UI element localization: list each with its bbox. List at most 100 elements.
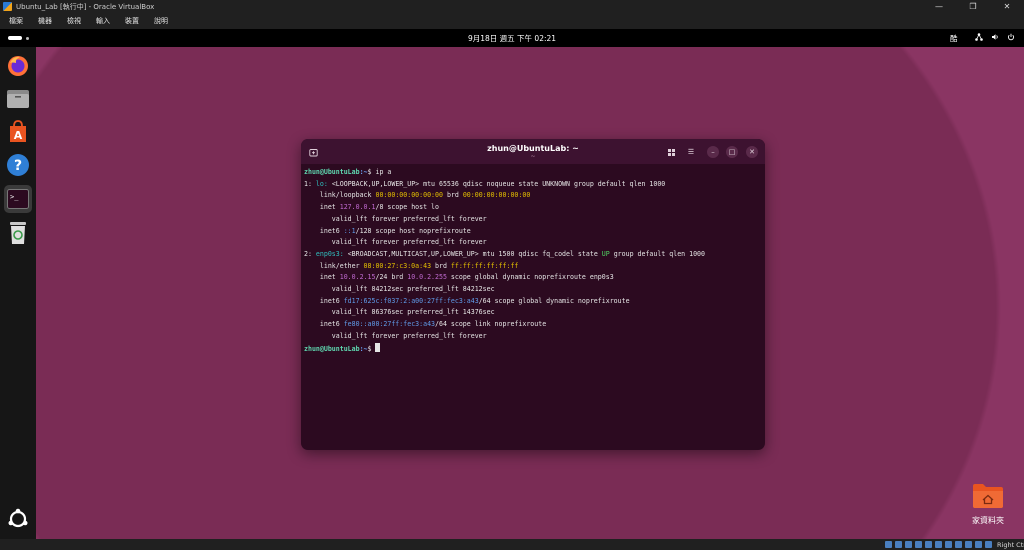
close-icon[interactable]: ✕ [746,146,758,158]
command-text: $ ip a [367,168,392,176]
dock-show-apps[interactable] [4,505,32,533]
menu-devices[interactable]: 裝置 [120,16,149,26]
menu-machine[interactable]: 機器 [33,16,62,26]
prompt-user: zhun@UbuntuLab [304,344,360,353]
output-text: valid_lft forever preferred_lft forever [304,238,487,247]
maximize-icon[interactable]: □ [726,146,738,158]
files-icon [7,90,29,108]
audio-icon[interactable] [905,541,912,548]
help-icon: ? [7,154,29,176]
mac-address: ff:ff:ff:ff:ff:ff [450,261,519,270]
mouse-integration-icon[interactable] [975,541,982,548]
cpu-icon[interactable] [965,541,972,548]
output-text: link/ether [304,261,364,270]
guest-screen: 9月18日 週五 下午 02:21 酷 A ? >_ zhun@UbuntuLa… [0,29,1024,539]
network-icon[interactable] [915,541,922,548]
output-text: inet [304,273,340,282]
interface-name: lo: [315,179,328,188]
output-text: inet6 [304,320,344,329]
menu-help[interactable]: 說明 [149,16,178,26]
output-text: /24 brd [375,273,408,282]
output-text: inet6 [304,226,344,235]
hamburger-menu-icon[interactable]: ☰ [685,146,697,158]
input-method-indicator[interactable]: 酷 [950,33,958,44]
dock-app-center[interactable]: A [4,118,32,146]
svg-text:A: A [14,129,23,142]
menu-file[interactable]: 檔案 [4,16,33,26]
output-text: inet6 [304,296,344,305]
dock: A ? >_ [0,47,36,539]
prompt-path: :~ [359,344,368,353]
show-apps-icon [8,508,28,528]
mac-address: 08:00:27:c3:0a:43 [363,261,432,270]
keyboard-icon[interactable] [985,541,992,548]
state-up: UP [601,249,610,258]
output-text: brd [442,191,463,200]
prompt-user: zhun@UbuntuLab [304,168,360,176]
recording-icon[interactable] [955,541,962,548]
ipv4-address: 10.0.2.15 [339,273,376,282]
terminal-window[interactable]: zhun@UbuntuLab: ~ ~ ☰ – □ ✕ zhun@UbuntuL… [301,139,765,450]
ipv4-address: 127.0.0.1 [339,203,376,212]
menu-view[interactable]: 檢視 [62,16,91,26]
output-text: link/loopback [304,191,376,200]
mac-address: 00:00:00:00:00:00 [462,191,531,200]
terminal-icon: >_ [7,189,29,209]
output-text: /64 scope global dynamic noprefixroute [478,296,630,305]
optical-drive-icon[interactable] [895,541,902,548]
text-cursor [375,342,381,352]
output-text: inet [304,203,340,212]
firefox-icon [8,56,28,76]
menu-input[interactable]: 輸入 [91,16,120,26]
mac-address: 00:00:00:00:00:00 [375,191,443,200]
ipv6-address: ::1 [343,226,356,235]
virtualbox-icon [3,2,12,11]
terminal-output[interactable]: zhun@UbuntuLab:~$ ip a 1: lo: <LOOPBACK,… [304,167,761,355]
vbox-statusbar: Right Ctrl [0,539,1024,550]
vbox-status-icons [885,541,992,548]
vbox-titlebar: Ubuntu_Lab [執行中] - Oracle VirtualBox — ❐… [0,0,1024,13]
dock-terminal[interactable]: >_ [4,185,32,213]
close-icon[interactable]: ✕ [990,0,1024,13]
output-text: /128 scope host noprefixroute [355,226,471,235]
gnome-top-bar: 9月18日 週五 下午 02:21 酷 [0,29,1024,47]
dock-firefox[interactable] [4,52,32,80]
display-icon[interactable] [945,541,952,548]
clock[interactable]: 9月18日 週五 下午 02:21 [0,33,1024,44]
output-text: valid_lft forever preferred_lft forever [304,331,487,340]
terminal-headerbar[interactable]: zhun@UbuntuLab: ~ ~ ☰ – □ ✕ [301,139,765,164]
output-text: 1: [304,179,316,188]
dock-files[interactable] [4,85,32,113]
output-text: brd [431,261,451,270]
system-tray[interactable] [975,33,1015,41]
output-text: valid_lft 86376sec preferred_lft 14376se… [304,308,495,317]
shared-folders-icon[interactable] [935,541,942,548]
dock-help[interactable]: ? [4,151,32,179]
svg-text:>_: >_ [10,193,19,201]
host-key-label: Right Ctrl [997,540,1024,549]
prompt-path: :~ [359,168,368,176]
interface-name: enp0s3: [315,249,344,258]
svg-text:?: ? [14,158,22,174]
search-icon[interactable] [665,146,677,158]
output-text: group default qlen 1000 [609,249,705,258]
power-icon [1007,33,1015,41]
home-folder-icon [973,484,1003,508]
output-text: /64 scope link noprefixroute [435,320,547,329]
minimize-icon[interactable]: — [922,0,956,13]
output-text: 2: [304,249,316,258]
dock-trash[interactable] [4,219,32,247]
usb-icon[interactable] [925,541,932,548]
maximize-icon[interactable]: ❐ [956,0,990,13]
network-icon [975,33,983,41]
desktop-home-folder[interactable]: 家資料夾 [964,483,1012,526]
output-text: valid_lft forever preferred_lft forever [304,214,487,223]
ipv4-broadcast: 10.0.2.255 [407,273,447,282]
minimize-icon[interactable]: – [707,146,719,158]
command-text: $ [367,344,376,353]
output-text: <BROADCAST,MULTICAST,UP,LOWER_UP> mtu 15… [343,249,602,258]
trash-icon [10,222,26,244]
hard-disk-icon[interactable] [885,541,892,548]
output-text: /8 scope host lo [375,203,439,212]
home-folder-label: 家資料夾 [972,516,1004,525]
